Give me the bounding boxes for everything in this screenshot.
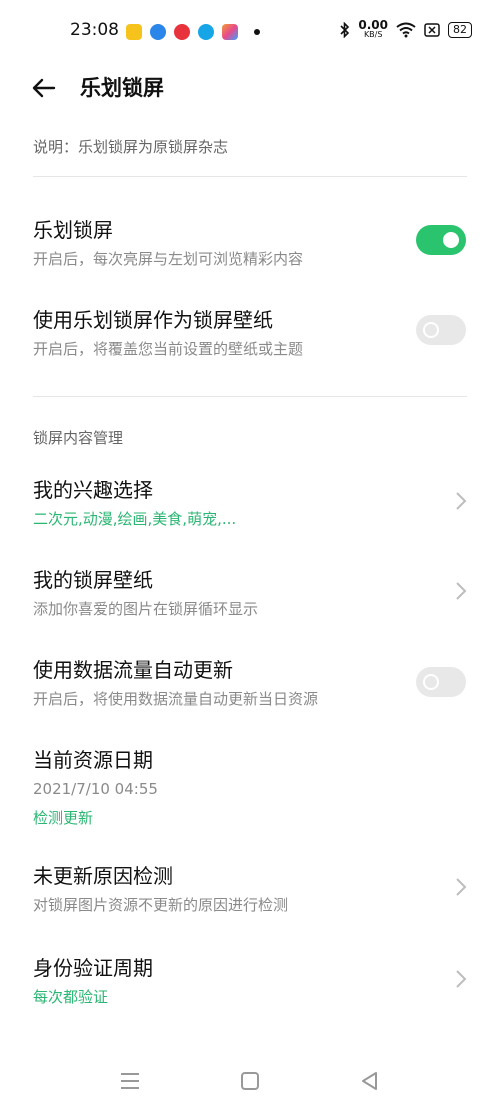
- chevron-right-icon: [456, 878, 467, 896]
- setting-title: 使用乐划锁屏作为锁屏壁纸: [33, 308, 273, 332]
- setting-subtitle: 开启后，将覆盖您当前设置的壁纸或主题: [33, 340, 304, 358]
- video-app-icon: [174, 24, 190, 40]
- use-as-wallpaper-toggle[interactable]: [416, 315, 466, 345]
- status-bar: 23:08 0.00 KB/S 82: [0, 0, 500, 64]
- divider: [33, 176, 467, 177]
- network-speed: 0.00 KB/S: [358, 18, 388, 40]
- qq-app-icon: [198, 24, 214, 40]
- setting-my-wallpaper[interactable]: 我的锁屏壁纸 添加你喜爱的图片在锁屏循环显示: [0, 560, 500, 630]
- setting-title: 使用数据流量自动更新: [33, 658, 233, 682]
- battery-indicator: 82: [448, 22, 472, 38]
- more-notifications-dot: [254, 29, 260, 35]
- top-app-bar: 乐划锁屏: [0, 60, 500, 116]
- setting-title: 乐划锁屏: [33, 218, 113, 242]
- browser-app-icon: [150, 24, 166, 40]
- toggle-knob: [443, 232, 459, 248]
- chevron-right-icon: [456, 582, 467, 600]
- setting-resource-date: 当前资源日期 2021/7/10 04:55 检测更新: [0, 740, 500, 836]
- menu-nav-button[interactable]: [115, 1066, 145, 1096]
- status-time: 23:08: [70, 20, 119, 40]
- section-title: 锁屏内容管理: [33, 429, 124, 447]
- setting-subtitle: 开启后，每次亮屏与左划可浏览精彩内容: [33, 250, 304, 268]
- setting-verify-period[interactable]: 身份验证周期 每次都验证: [0, 948, 500, 1018]
- net-speed-unit: KB/S: [363, 30, 383, 39]
- setting-title: 身份验证周期: [33, 956, 153, 980]
- toggle-knob: [423, 674, 439, 690]
- chevron-right-icon: [456, 970, 467, 988]
- no-sim-icon: [424, 22, 440, 38]
- notes-app-icon: [126, 24, 142, 40]
- setting-lock-screen[interactable]: 乐划锁屏 开启后，每次亮屏与左划可浏览精彩内容: [0, 210, 500, 280]
- back-arrow-icon: [32, 78, 56, 98]
- net-speed-value: 0.00: [358, 18, 388, 32]
- setting-title: 未更新原因检测: [33, 864, 173, 888]
- photos-app-icon: [222, 24, 238, 40]
- status-right: 0.00 KB/S 82: [340, 18, 472, 40]
- notification-icons: [126, 24, 260, 40]
- page-title: 乐划锁屏: [80, 76, 164, 100]
- wifi-icon: [396, 22, 416, 38]
- setting-title: 我的兴趣选择: [33, 478, 153, 502]
- check-update-link[interactable]: 检测更新: [33, 807, 93, 828]
- back-nav-button[interactable]: [355, 1066, 385, 1096]
- setting-subtitle: 对锁屏图片资源不更新的原因进行检测: [33, 896, 289, 914]
- bluetooth-icon: [340, 22, 350, 38]
- setting-subtitle: 添加你喜爱的图片在锁屏循环显示: [33, 600, 259, 618]
- setting-no-update-check[interactable]: 未更新原因检测 对锁屏图片资源不更新的原因进行检测: [0, 856, 500, 926]
- setting-title: 我的锁屏壁纸: [33, 568, 153, 592]
- home-square-icon: [241, 1072, 259, 1090]
- setting-interests[interactable]: 我的兴趣选择 二次元,动漫,绘画,美食,萌宠,...: [0, 470, 500, 540]
- chevron-right-icon: [456, 492, 467, 510]
- system-nav-bar: [0, 1056, 500, 1106]
- data-auto-update-toggle[interactable]: [416, 667, 466, 697]
- home-nav-button[interactable]: [235, 1066, 265, 1096]
- toggle-knob: [423, 322, 439, 338]
- verify-period-value: 每次都验证: [33, 988, 109, 1006]
- back-triangle-icon: [362, 1072, 377, 1090]
- setting-subtitle: 开启后，将使用数据流量自动更新当日资源: [33, 690, 319, 708]
- setting-data-auto-update[interactable]: 使用数据流量自动更新 开启后，将使用数据流量自动更新当日资源: [0, 650, 500, 720]
- resource-date-value: 2021/7/10 04:55: [33, 780, 158, 798]
- setting-title: 当前资源日期: [33, 748, 153, 772]
- lock-screen-toggle[interactable]: [416, 225, 466, 255]
- interests-summary: 二次元,动漫,绘画,美食,萌宠,...: [33, 510, 237, 528]
- menu-icon: [121, 1073, 139, 1089]
- divider: [33, 396, 467, 397]
- setting-use-as-wallpaper[interactable]: 使用乐划锁屏作为锁屏壁纸 开启后，将覆盖您当前设置的壁纸或主题: [0, 300, 500, 370]
- description-text: 说明：乐划锁屏为原锁屏杂志: [33, 138, 229, 156]
- back-button[interactable]: [30, 74, 58, 102]
